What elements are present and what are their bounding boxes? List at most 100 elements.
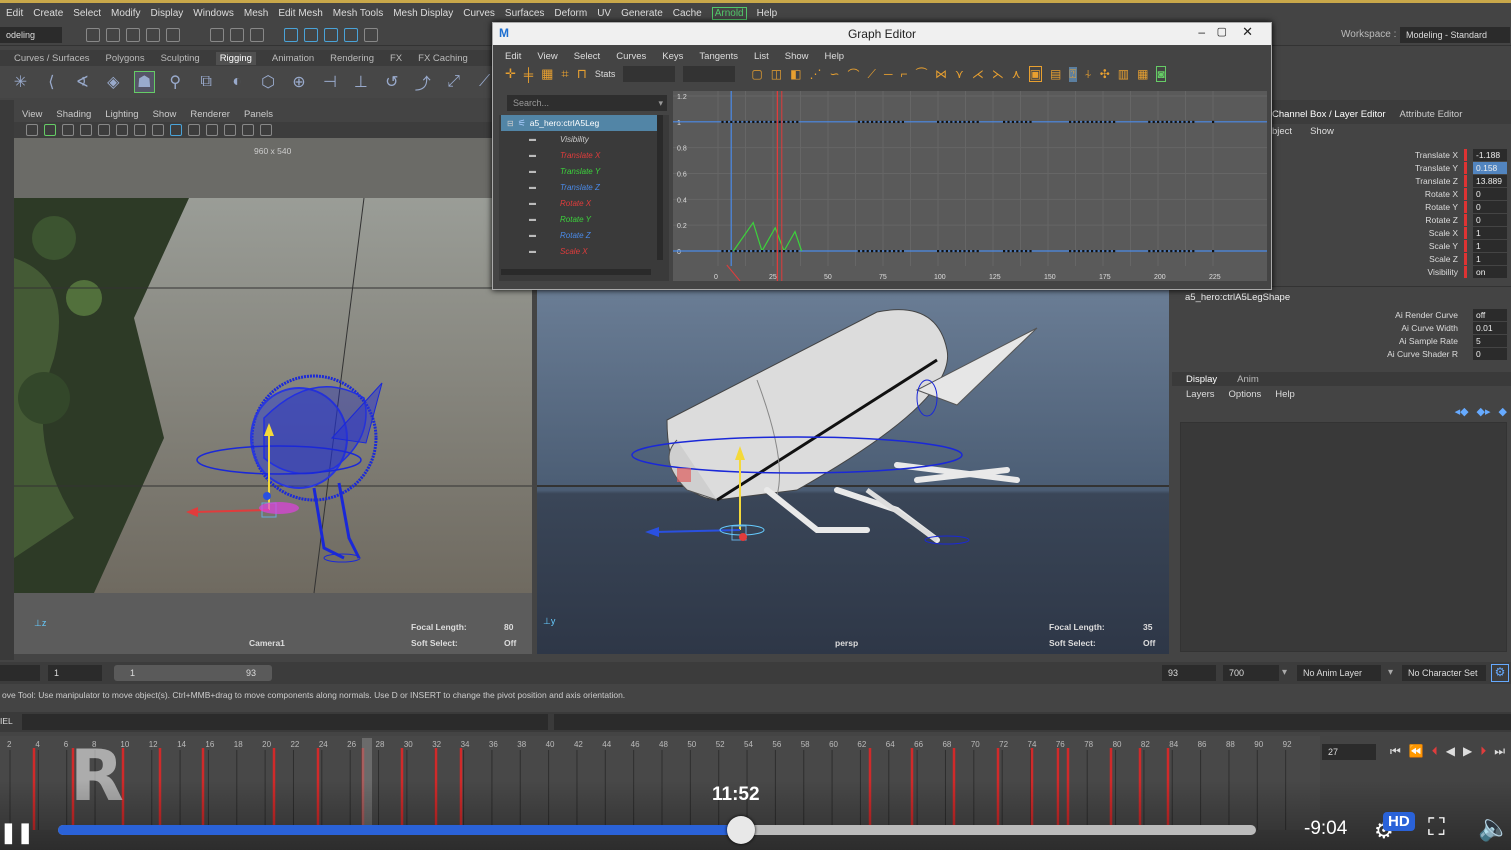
play-forward-icon[interactable]: ▶: [1463, 744, 1472, 758]
select-object-icon[interactable]: [230, 27, 244, 42]
shelf-tab-fx-caching[interactable]: FX Caching: [418, 53, 468, 64]
graph-menu-list[interactable]: List: [754, 51, 769, 62]
attribute-value-field[interactable]: 0.158: [1473, 161, 1507, 174]
graph-menu-keys[interactable]: Keys: [662, 51, 683, 62]
attribute-row[interactable]: Ai Sample Rate 5: [1172, 334, 1507, 347]
save-scene-icon[interactable]: [126, 27, 140, 42]
menu-modify[interactable]: Modify: [111, 8, 140, 19]
menu-curves[interactable]: Curves: [463, 8, 495, 19]
range-slider[interactable]: 1 93: [114, 665, 272, 681]
menu-help[interactable]: Help: [757, 8, 778, 19]
go-to-end-icon[interactable]: ⏭: [1494, 744, 1505, 759]
bind-skin-icon[interactable]: ⧉: [196, 71, 217, 93]
playback-start-field[interactable]: 1: [48, 665, 102, 681]
go-to-start-icon[interactable]: ⏮: [1390, 744, 1401, 759]
workspace-dropdown[interactable]: Modeling - Standard: [1400, 27, 1510, 43]
character-set-dropdown[interactable]: No Character Set: [1402, 665, 1486, 681]
snap-grid-icon[interactable]: [284, 27, 298, 42]
image-plane-icon[interactable]: [80, 124, 92, 136]
prev-key-icon[interactable]: ⏴: [1432, 744, 1438, 759]
tab-attribute-editor[interactable]: Attribute Editor: [1400, 109, 1463, 120]
trax-editor-icon[interactable]: ◙: [1156, 66, 1166, 82]
anim-start-field[interactable]: [0, 665, 40, 681]
lock-weight-icon[interactable]: ⋏: [1012, 67, 1021, 81]
lock-icon[interactable]: [364, 27, 378, 42]
resolution-gate-icon[interactable]: [134, 124, 146, 136]
free-weight-icon[interactable]: ⋋: [992, 67, 1004, 81]
spline-tangent-icon[interactable]: ∽: [829, 67, 839, 81]
camera-lock-icon[interactable]: [44, 124, 56, 136]
channel-row[interactable]: ▬ Rotate Z: [499, 227, 669, 243]
minimize-icon[interactable]: –: [1198, 25, 1205, 39]
isolate-icon[interactable]: [260, 124, 272, 136]
redo-icon[interactable]: [166, 27, 180, 42]
menu-edit[interactable]: Edit: [6, 8, 23, 19]
attribute-row[interactable]: Ai Curve Shader R 0: [1172, 347, 1507, 360]
flat-tangent-icon[interactable]: ─: [884, 67, 893, 81]
graph-menu-view[interactable]: View: [537, 51, 557, 62]
xray-icon[interactable]: [242, 124, 254, 136]
film-gate-icon[interactable]: [116, 124, 128, 136]
snap-point-icon[interactable]: [324, 27, 338, 42]
menu-cache[interactable]: Cache: [673, 8, 702, 19]
lattice-deform-icon[interactable]: ▦: [541, 66, 553, 82]
region-tool-icon[interactable]: ⌗: [561, 66, 568, 82]
shelf-tab-rigging[interactable]: Rigging: [215, 51, 256, 65]
channel-row[interactable]: ▬ Scale X: [499, 243, 669, 259]
shelf-tab-animation[interactable]: Animation: [272, 53, 314, 64]
attribute-row[interactable]: Ai Curve Width 0.01: [1172, 321, 1507, 334]
attribute-value-field[interactable]: 0.01: [1473, 321, 1507, 334]
viewport-menu-shading[interactable]: Shading: [56, 109, 91, 120]
attribute-value-field[interactable]: 0: [1473, 213, 1507, 226]
menu-help[interactable]: Help: [1275, 389, 1295, 400]
viewport-menu-lighting[interactable]: Lighting: [105, 109, 138, 120]
center-current-icon[interactable]: ◧: [790, 67, 801, 81]
maximize-icon[interactable]: ▢: [1217, 25, 1227, 38]
post-infinity-icon[interactable]: ▥: [1118, 67, 1129, 81]
new-layer-icon[interactable]: ◆: [1499, 405, 1507, 418]
menu-options[interactable]: Options: [1229, 389, 1262, 400]
paint-weights-icon[interactable]: ◐: [227, 71, 248, 93]
hd-badge[interactable]: HD: [1383, 812, 1415, 831]
insert-key-icon[interactable]: ╪: [524, 67, 533, 82]
plateau-tangent-icon[interactable]: ⏜: [915, 67, 927, 82]
chevron-down-icon[interactable]: ▾: [1388, 667, 1393, 678]
chevron-down-icon[interactable]: ▾: [1282, 667, 1287, 678]
tab-channel-box[interactable]: Channel Box / Layer Editor: [1272, 109, 1386, 120]
attribute-row[interactable]: Ai Render Curve off: [1172, 308, 1507, 321]
menu-generate[interactable]: Generate: [621, 8, 663, 19]
graph-curve-area[interactable]: 1.2 1 0.8 0.6 0.4 0.2 0 0 25 50 75 100 125 150 175 200 2…: [673, 91, 1267, 281]
attribute-value-field[interactable]: 5: [1473, 334, 1507, 347]
graph-menu-tangents[interactable]: Tangents: [699, 51, 738, 62]
command-language-label[interactable]: IEL: [0, 716, 13, 726]
stats-time-field[interactable]: [623, 66, 676, 82]
camera-select-icon[interactable]: [26, 124, 38, 136]
constraint-orient-icon[interactable]: ↺: [381, 71, 402, 93]
fullscreen-icon[interactable]: ⛶: [1428, 814, 1445, 842]
attribute-value-field[interactable]: 0: [1473, 200, 1507, 213]
attribute-value-field[interactable]: 0: [1473, 347, 1507, 360]
constraint-aim-icon[interactable]: ⊥: [350, 71, 371, 93]
channel-row[interactable]: ▬ Translate Y: [499, 163, 669, 179]
joint-tool-icon[interactable]: ✳: [10, 71, 31, 93]
menu-arnold[interactable]: Arnold: [711, 7, 747, 20]
menu-create[interactable]: Create: [33, 8, 63, 19]
current-frame-field[interactable]: 27: [1322, 744, 1376, 760]
layer-list[interactable]: [1180, 422, 1507, 652]
move-key-icon[interactable]: ✛: [505, 66, 516, 82]
break-tangents-icon[interactable]: ⋎: [955, 67, 964, 81]
graph-menu-show[interactable]: Show: [785, 51, 809, 62]
next-key-icon[interactable]: ⏵: [1480, 744, 1486, 759]
menu-edit-mesh[interactable]: Edit Mesh: [278, 8, 322, 19]
viewport-camera1[interactable]: 960 x 540 ⊥z Camera1 Focal Length: 80 So…: [14, 138, 532, 654]
clamped-tangent-icon[interactable]: ⌒: [848, 66, 860, 83]
menu-display[interactable]: Display: [151, 8, 184, 19]
move-layer-down-icon[interactable]: ◆▸: [1477, 405, 1491, 418]
viewport-menu-panels[interactable]: Panels: [244, 109, 273, 120]
select-component-icon[interactable]: [250, 27, 264, 42]
pause-icon[interactable]: ❚❚: [0, 820, 34, 844]
search-field[interactable]: Search... ▾: [507, 95, 667, 111]
bookmark-icon[interactable]: [62, 124, 74, 136]
graph-menu-curves[interactable]: Curves: [616, 51, 646, 62]
video-progress-bar[interactable]: [58, 816, 1256, 844]
